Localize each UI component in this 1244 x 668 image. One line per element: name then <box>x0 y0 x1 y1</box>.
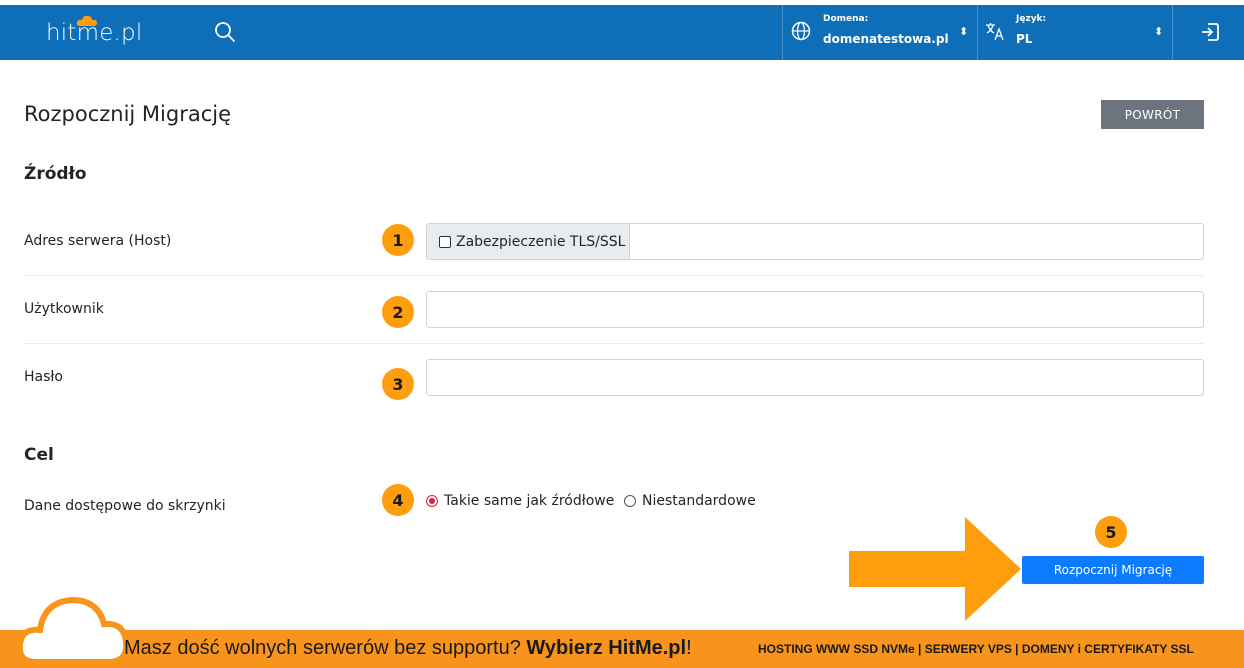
language-caption: Język: <box>1016 14 1047 24</box>
password-input[interactable] <box>426 359 1204 396</box>
radio-label: Niestandardowe <box>642 493 756 509</box>
promo-services: HOSTING WWW SSD NVMe | SERWERY VPS | DOM… <box>758 642 1194 656</box>
host-label: Adres serwera (Host) <box>24 233 172 249</box>
promo-text-regular: Masz dość wolnych serwerów bez supportu? <box>124 637 527 659</box>
top-navbar: hitme.pl Domena: domenatestowa.pl ⬍ Języ… <box>0 5 1244 60</box>
promo-text-bold: Wybierz HitMe.pl <box>526 637 687 659</box>
domain-caption: Domena: <box>823 14 869 24</box>
chevron-updown-icon: ⬍ <box>1154 25 1164 38</box>
globe-icon <box>791 21 811 41</box>
user-input[interactable] <box>426 291 1204 328</box>
back-button[interactable]: POWRÓT <box>1101 100 1204 129</box>
tls-ssl-checkbox[interactable]: Zabezpieczenie TLS/SSL <box>427 224 630 259</box>
source-section-title: Źródło <box>24 164 87 184</box>
credentials-label: Dane dostępowe do skrzynki <box>24 498 226 514</box>
tls-ssl-label: Zabezpieczenie TLS/SSL <box>456 233 626 250</box>
user-label: Użytkownik <box>24 301 104 317</box>
header-divider <box>1172 5 1173 60</box>
domain-value: domenatestowa.pl <box>823 32 949 46</box>
cloud-icon <box>18 596 128 665</box>
arrow-right-icon <box>849 517 1021 621</box>
row-divider <box>24 343 1204 344</box>
translate-icon <box>986 23 1004 41</box>
radio-unchecked-icon[interactable] <box>624 495 636 507</box>
step-badge-2: 2 <box>382 296 414 328</box>
language-value: PL <box>1016 32 1033 46</box>
step-badge-4: 4 <box>382 484 414 516</box>
logo-cloud-icon <box>76 15 97 26</box>
row-divider <box>24 275 1204 276</box>
chevron-updown-icon: ⬍ <box>959 25 969 38</box>
radio-checked-icon[interactable] <box>426 495 438 507</box>
language-selector[interactable]: Język: PL ⬍ <box>978 5 1172 60</box>
host-input-group: Zabezpieczenie TLS/SSL <box>426 223 1204 260</box>
domain-selector[interactable]: Domena: domenatestowa.pl ⬍ <box>783 5 977 60</box>
promo-text: Masz dość wolnych serwerów bez supportu?… <box>124 637 692 660</box>
logout-icon[interactable] <box>1198 19 1224 45</box>
password-label: Hasło <box>24 369 63 385</box>
logo[interactable]: hitme.pl <box>46 13 142 53</box>
target-section-title: Cel <box>24 445 54 465</box>
radio-custom[interactable]: Niestandardowe <box>624 492 756 510</box>
page-title: Rozpocznij Migrację <box>24 102 232 126</box>
checkbox-icon[interactable] <box>439 235 451 248</box>
step-badge-3: 3 <box>382 368 414 400</box>
step-badge-5: 5 <box>1095 516 1127 548</box>
radio-label: Takie same jak źródłowe <box>444 493 615 509</box>
start-migration-button[interactable]: Rozpocznij Migrację <box>1022 556 1204 584</box>
promo-text-end: ! <box>686 637 692 659</box>
radio-same-as-source[interactable]: Takie same jak źródłowe <box>426 492 614 510</box>
host-input[interactable] <box>630 224 1203 259</box>
step-badge-1: 1 <box>382 224 414 256</box>
search-icon[interactable] <box>212 19 238 45</box>
